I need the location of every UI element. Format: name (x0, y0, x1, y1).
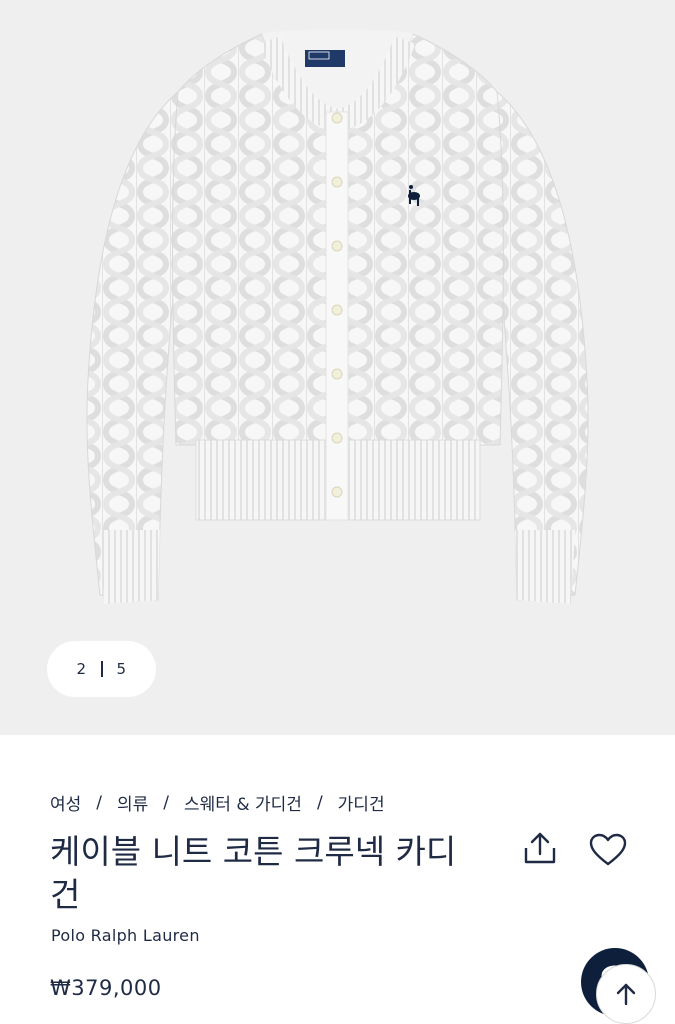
product-image-gallery[interactable]: 2 5 (0, 0, 675, 735)
pagination-divider (100, 661, 103, 677)
breadcrumb-item-clothing[interactable]: 의류 (117, 790, 148, 815)
breadcrumb-separator: / (163, 792, 170, 813)
share-button[interactable] (520, 830, 560, 868)
image-pagination: 2 5 (47, 641, 156, 697)
wishlist-button[interactable] (588, 832, 628, 868)
breadcrumb-item-sweaters-cardigans[interactable]: 스웨터 & 가디건 (184, 790, 302, 815)
breadcrumb-item-women[interactable]: 여성 (50, 790, 81, 815)
breadcrumb: 여성 / 의류 / 스웨터 & 가디건 / 가디건 (50, 790, 385, 816)
arrow-up-icon (616, 983, 636, 1006)
product-price: ₩379,000 (50, 976, 162, 1000)
product-title: 케이블 니트 코튼 크루넥 카디건 (50, 832, 457, 914)
product-image (86, 29, 589, 604)
breadcrumb-item-cardigans[interactable]: 가디건 (338, 790, 385, 815)
breadcrumb-separator: / (96, 792, 103, 813)
product-brand[interactable]: Polo Ralph Lauren (51, 926, 200, 945)
total-image-count: 5 (116, 660, 127, 678)
back-to-top-button[interactable] (596, 964, 656, 1024)
current-image-number: 2 (76, 660, 87, 678)
share-icon (524, 832, 556, 864)
heart-icon (589, 833, 627, 866)
breadcrumb-separator: / (316, 792, 323, 813)
